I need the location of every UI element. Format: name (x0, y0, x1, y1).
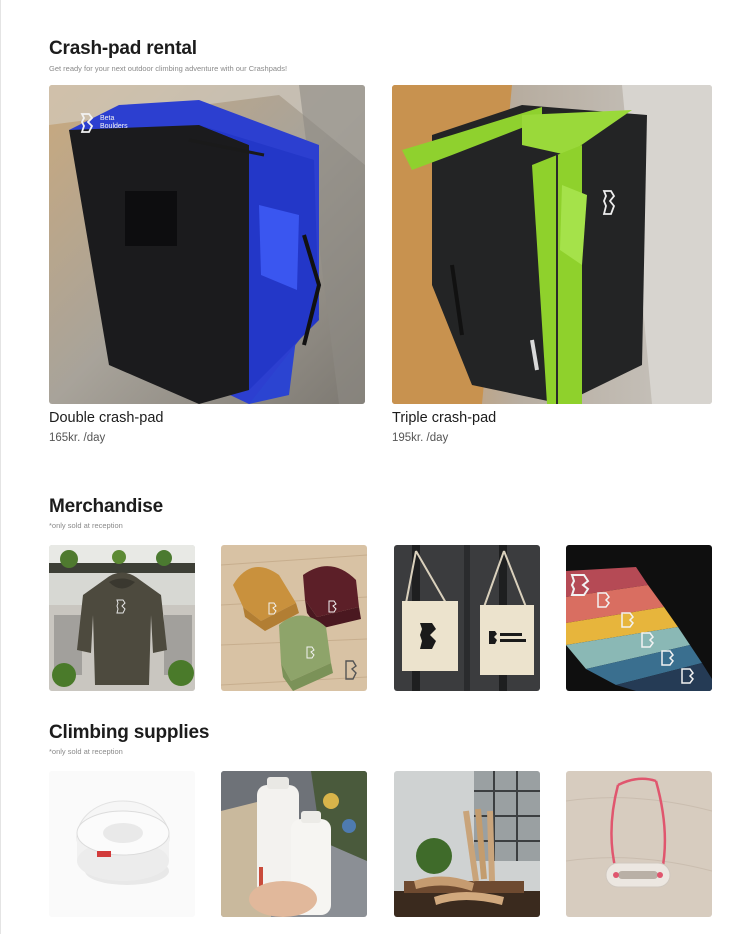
double-crash-pad-price: 165kr. /day (49, 432, 106, 444)
supplies-section-title: Climbing supplies (49, 722, 210, 743)
merch-section-title: Merchandise (49, 496, 163, 517)
merch-tote-bags-image[interactable] (394, 545, 540, 691)
triple-pad-logo-icon (602, 190, 616, 215)
supply-brushes-image[interactable] (394, 771, 540, 917)
merch-section-note: *only sold at reception (49, 521, 123, 530)
merch-tshirts-image[interactable] (566, 545, 712, 691)
supply-tape-image[interactable] (49, 771, 195, 917)
merch-hoodie-image[interactable] (49, 545, 195, 691)
supplies-section-note: *only sold at reception (49, 747, 123, 756)
triple-crash-pad-price: 195kr. /day (392, 432, 449, 444)
page-left-border (0, 0, 1, 934)
triple-crash-pad-image[interactable] (392, 85, 712, 404)
double-crash-pad-image[interactable] (49, 85, 365, 404)
double-crash-pad-name[interactable]: Double crash-pad (49, 410, 163, 426)
merch-beanies-image[interactable] (221, 545, 367, 691)
supply-finger-ring-image[interactable] (566, 771, 712, 917)
rental-section-title: Crash-pad rental (49, 38, 197, 59)
triple-crash-pad-name[interactable]: Triple crash-pad (392, 410, 496, 426)
rental-section-subtitle: Get ready for your next outdoor climbing… (49, 64, 288, 73)
supply-liquid-chalk-image[interactable] (221, 771, 367, 917)
